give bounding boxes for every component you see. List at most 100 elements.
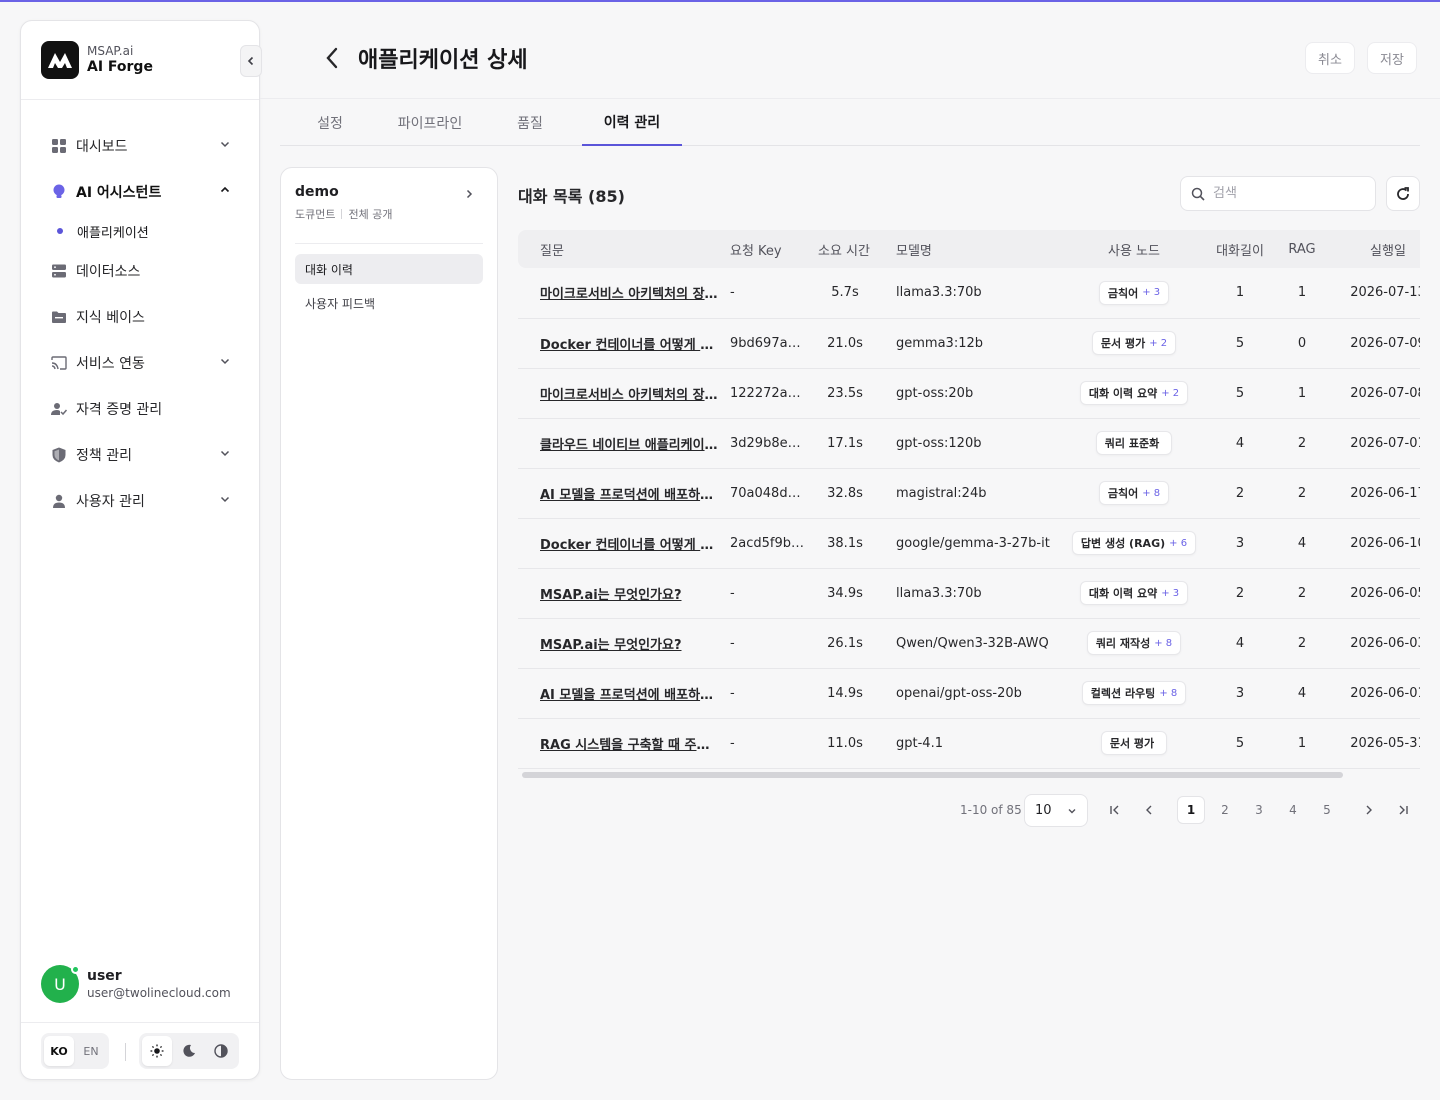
node-badge[interactable]: 컬렉션 라우팅 + 8	[1081, 681, 1187, 705]
column-header[interactable]: 요청 Key	[718, 230, 806, 268]
duration-cell: 34.9s	[827, 585, 863, 601]
node-cell: 쿼리 재작성 + 8	[1064, 618, 1204, 668]
subnav-conversation-history[interactable]: 대화 이력	[295, 254, 483, 284]
table-row[interactable]: 마이크로서비스 아키텍처의 장점은 무엇인가요?- 5.7s llama3.3:70…	[518, 268, 1420, 318]
prev-page-button[interactable]	[1135, 796, 1163, 824]
dashboard-icon	[51, 138, 67, 154]
column-header[interactable]: 사용 노드	[1064, 230, 1204, 268]
page-title: 애플리케이션 상세	[358, 48, 528, 73]
conversation-table: 질문 요청 Key 소요 시간 모델명 사용 노드 대화길이 RAG 실행일 마…	[518, 230, 1420, 769]
sidebar-item-knowledge-base[interactable]: 지식 베이스	[51, 302, 231, 332]
table-row[interactable]: 클라우드 네이티브 애플리케이션이란? 3d29b8e4c1 17.1s gpt-os…	[518, 418, 1420, 468]
column-header[interactable]: 소요 시간	[806, 230, 884, 268]
question-link[interactable]: AI 모델을 프로덕션에 배포하는 방법은?	[518, 668, 718, 718]
column-header[interactable]: 실행일	[1328, 230, 1420, 268]
light-theme-button[interactable]	[142, 1036, 172, 1066]
sidebar-item-service-integration[interactable]: 서비스 연동	[51, 348, 231, 378]
sidebar-item-dashboard[interactable]: 대시보드	[51, 131, 231, 161]
node-badge[interactable]: 답변 생성 (RAG) + 6	[1071, 531, 1197, 555]
user-name: user	[87, 967, 122, 984]
sidebar-item-label: 데이터소스	[76, 264, 141, 280]
question-link[interactable]: AI 모델을 프로덕션에 배포하는 방법은?	[518, 468, 718, 518]
node-badge[interactable]: 금칙어 + 3	[1098, 280, 1170, 305]
table-row[interactable]: AI 모델을 프로덕션에 배포하는 방법은?- 14.9s openai/gpt-o…	[518, 668, 1420, 718]
dark-theme-button[interactable]	[174, 1036, 204, 1066]
node-label: 문서 평가	[1109, 737, 1155, 750]
cancel-button[interactable]: 취소	[1305, 42, 1355, 74]
search-box[interactable]	[1180, 176, 1376, 211]
sidebar-item-datasource[interactable]: 데이터소스	[51, 256, 231, 286]
last-page-button[interactable]	[1389, 796, 1417, 824]
sidebar-item-ai-assistant[interactable]: AI 어시스턴트	[51, 177, 231, 207]
rag-cell: 1	[1297, 385, 1307, 401]
node-badge[interactable]: 문서 평가 + 2	[1091, 331, 1177, 355]
table-row[interactable]: 마이크로서비스 아키텍처의 장점은 무엇인가요? 122272ab9f 23.5s g…	[518, 368, 1420, 418]
node-badge[interactable]: 문서 평가	[1100, 731, 1168, 755]
sidebar-item-policy[interactable]: 정책 관리	[51, 440, 231, 470]
node-badge[interactable]: 쿼리 재작성 + 8	[1086, 631, 1182, 655]
model-cell: magistral:24b	[896, 485, 987, 501]
table-row[interactable]: MSAP.ai는 무엇인가요? - 34.9s llama3.3:70b 대화 이력 요…	[518, 568, 1420, 618]
node-badge[interactable]: 대화 이력 요약 + 3	[1079, 581, 1189, 605]
question-link[interactable]: 클라우드 네이티브 애플리케이션이란?	[518, 418, 718, 468]
node-label: 대화 이력 요약	[1088, 587, 1158, 600]
question-link[interactable]: Docker 컨테이너를 어떻게 관리하나요?	[518, 318, 718, 368]
question-link[interactable]: MSAP.ai는 무엇인가요?	[518, 568, 718, 618]
node-badge[interactable]: 쿼리 표준화	[1095, 431, 1173, 455]
page-button[interactable]: 3	[1245, 796, 1273, 824]
table-row[interactable]: Docker 컨테이너를 어떻게 관리하나요? 9bd697a1c2 21.0s ge…	[518, 318, 1420, 368]
first-page-icon	[1110, 805, 1119, 815]
node-extra-count: + 2	[1149, 337, 1168, 349]
app-meta: 도큐먼트 전체 공개	[295, 206, 392, 222]
search-input[interactable]	[1213, 186, 1363, 201]
sidebar-item-user-management[interactable]: 사용자 관리	[51, 486, 231, 516]
lang-ko-button[interactable]: KO	[44, 1036, 74, 1066]
node-label: 문서 평가	[1100, 337, 1146, 350]
system-theme-button[interactable]	[206, 1036, 236, 1066]
column-header[interactable]: 모델명	[884, 230, 1064, 268]
table-row[interactable]: AI 모델을 프로덕션에 배포하는 방법은? 70a048d2e7 32.8s mag…	[518, 468, 1420, 518]
tab-settings[interactable]: 설정	[300, 100, 360, 146]
brand[interactable]: MSAP.ai AI Forge	[41, 41, 153, 79]
page-button[interactable]: 2	[1211, 796, 1239, 824]
subnav-user-feedback[interactable]: 사용자 피드백	[295, 288, 483, 318]
sidebar-item-credentials[interactable]: 자격 증명 관리	[51, 394, 231, 424]
back-button[interactable]	[320, 44, 344, 72]
chevron-right-icon[interactable]	[463, 188, 475, 200]
table-row[interactable]: MSAP.ai는 무엇인가요? - 26.1s Qwen/Qwen3-32B-AWQ 쿼…	[518, 618, 1420, 668]
user-profile[interactable]: U user user@twolinecloud.com	[41, 965, 231, 1003]
column-header[interactable]: 대화길이	[1204, 230, 1276, 268]
page-size-select[interactable]: 10	[1024, 794, 1088, 827]
first-page-button[interactable]	[1101, 796, 1129, 824]
question-link[interactable]: 마이크로서비스 아키텍처의 장점은 무엇인가요?	[518, 268, 718, 318]
save-button[interactable]: 저장	[1367, 42, 1417, 74]
table-row[interactable]: RAG 시스템을 구축할 때 주의할 점은?- 11.0s gpt-4.1 문서 평가…	[518, 718, 1420, 768]
next-page-button[interactable]	[1355, 796, 1383, 824]
node-badge[interactable]: 금칙어 + 8	[1098, 481, 1170, 505]
tab-pipeline[interactable]: 파이프라인	[390, 100, 470, 146]
lang-en-button[interactable]: EN	[76, 1036, 106, 1066]
collapse-sidebar-button[interactable]	[240, 45, 262, 77]
tab-quality[interactable]: 품질	[500, 100, 560, 146]
column-header[interactable]: 질문	[518, 230, 718, 268]
question-link[interactable]: 마이크로서비스 아키텍처의 장점은 무엇인가요?	[518, 368, 718, 418]
question-link[interactable]: RAG 시스템을 구축할 때 주의할 점은?	[518, 718, 718, 768]
sidebar-subitem-application[interactable]: 애플리케이션	[57, 218, 227, 244]
table-row[interactable]: Docker 컨테이너를 어떻게 관리하나요? 2acd5f9b03 38.1s go…	[518, 518, 1420, 568]
page-button[interactable]: 5	[1313, 796, 1341, 824]
online-status-icon	[71, 965, 80, 974]
column-header[interactable]: RAG	[1276, 230, 1328, 268]
page-button[interactable]: 1	[1177, 796, 1205, 824]
refresh-button[interactable]	[1386, 176, 1420, 211]
question-link[interactable]: Docker 컨테이너를 어떻게 관리하나요?	[518, 518, 718, 568]
page-button[interactable]: 4	[1279, 796, 1307, 824]
node-cell: 문서 평가	[1064, 718, 1204, 768]
node-extra-count: + 3	[1142, 287, 1161, 299]
horizontal-scrollbar[interactable]	[522, 772, 1343, 778]
model-cell: llama3.3:70b	[896, 285, 982, 301]
folder-icon	[51, 309, 67, 325]
footer-separator	[125, 1043, 126, 1061]
question-link[interactable]: MSAP.ai는 무엇인가요?	[518, 618, 718, 668]
tab-history[interactable]: 이력 관리	[582, 100, 682, 146]
node-badge[interactable]: 대화 이력 요약 + 2	[1079, 381, 1189, 405]
